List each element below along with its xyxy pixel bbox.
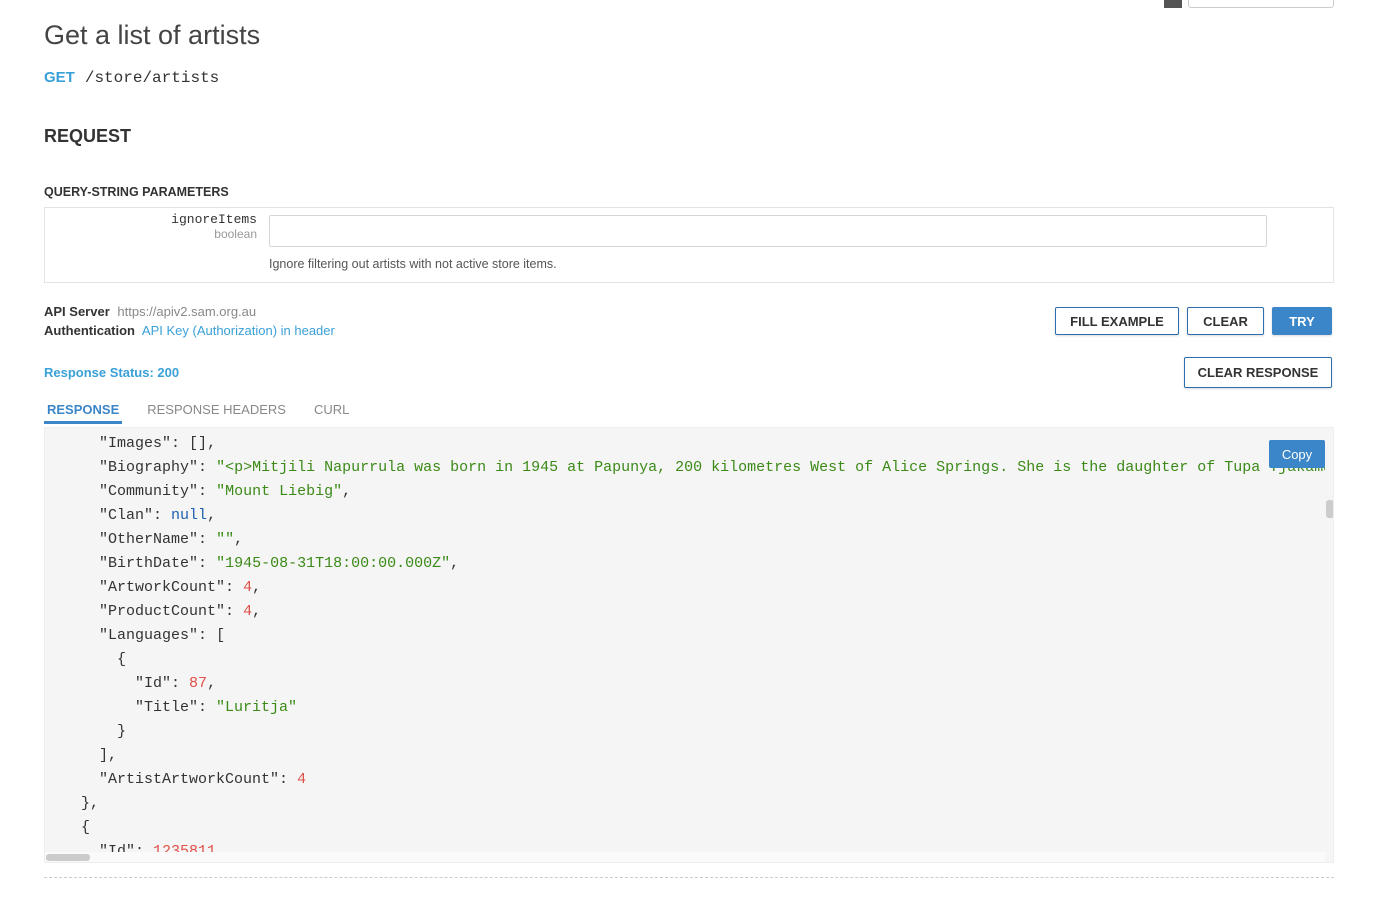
json-value: "1945-08-31T18:00:00.000Z" — [216, 555, 451, 572]
json-key: "OtherName" — [99, 531, 199, 548]
param-label: ignoreItems boolean — [171, 212, 257, 241]
response-code: "Images": [], "Biography": "<p>Mitjili N… — [45, 432, 1325, 862]
json-value: ] — [99, 747, 109, 764]
json-key: "ProductCount" — [99, 603, 226, 620]
json-value: [ — [216, 627, 226, 644]
json-value: } — [117, 723, 127, 740]
json-value: null — [171, 507, 208, 524]
vertical-scroll-thumb[interactable] — [1326, 500, 1333, 518]
top-select[interactable] — [1188, 0, 1334, 8]
json-value: "Luritja" — [216, 699, 298, 716]
response-body: "Images": [], "Biography": "<p>Mitjili N… — [44, 427, 1334, 863]
code-line: "Images": [], — [99, 435, 217, 452]
tab-curl[interactable]: CURL — [311, 402, 352, 424]
json-value: [] — [189, 435, 208, 452]
server-info: API Server https://apiv2.sam.org.au Auth… — [44, 302, 335, 340]
param-type: boolean — [214, 227, 257, 241]
divider — [44, 877, 1334, 878]
code-line: "Id": 87, — [135, 675, 217, 692]
code-line: "BirthDate": "1945-08-31T18:00:00.000Z", — [99, 555, 460, 572]
param-description: Ignore filtering out artists with not ac… — [269, 257, 557, 271]
page-title: Get a list of artists — [44, 20, 261, 50]
param-row-ignoreitems: ignoreItems boolean Ignore filtering out… — [44, 207, 1334, 283]
try-button[interactable]: TRY — [1272, 307, 1332, 335]
endpoint: GET /store/artists — [44, 69, 219, 87]
http-method: GET — [44, 69, 75, 86]
code-line: { — [45, 816, 1325, 840]
param-name: ignoreItems — [171, 212, 257, 227]
json-value: "<p>Mitjili Napurrula was born in 1945 a… — [216, 459, 1325, 476]
query-params-heading: QUERY-STRING PARAMETERS — [44, 185, 229, 199]
json-key: "ArtworkCount" — [99, 579, 226, 596]
code-line: "Community": "Mount Liebig", — [99, 483, 352, 500]
json-key: "Clan" — [99, 507, 154, 524]
tab-response[interactable]: RESPONSE — [44, 402, 123, 424]
json-key: "Images" — [99, 435, 172, 452]
copy-button[interactable]: Copy — [1269, 440, 1325, 468]
code-line: "ProductCount": 4, — [99, 603, 262, 620]
response-status: Response Status: 200 — [44, 365, 180, 380]
json-value: } — [81, 795, 91, 812]
code-line: "Biography": "<p>Mitjili Napurrula was b… — [45, 456, 1325, 480]
json-key: "Id" — [135, 675, 172, 692]
json-value: 87 — [189, 675, 208, 692]
json-value: 4 — [243, 603, 253, 620]
endpoint-path: /store/artists — [84, 69, 220, 87]
api-server-value: https://apiv2.sam.org.au — [117, 304, 257, 319]
json-value: { — [117, 651, 127, 668]
code-line: "ArtworkCount": 4, — [99, 579, 262, 596]
code-line: "Title": "Luritja" — [135, 699, 298, 716]
auth-label: Authentication — [44, 323, 135, 338]
request-heading: REQUEST — [44, 126, 132, 146]
top-controls — [1164, 0, 1334, 8]
json-value: 4 — [297, 771, 307, 788]
json-key: "ArtistArtworkCount" — [99, 771, 280, 788]
code-line: }, — [81, 795, 100, 812]
json-value: 4 — [243, 579, 253, 596]
horizontal-scroll-thumb[interactable] — [46, 854, 90, 861]
response-tabs: RESPONSE RESPONSE HEADERS CURL — [44, 402, 352, 424]
json-value: { — [81, 819, 91, 836]
json-key: "Biography" — [99, 459, 199, 476]
tab-response-headers[interactable]: RESPONSE HEADERS — [144, 402, 289, 424]
json-key: "BirthDate" — [99, 555, 199, 572]
fill-example-button[interactable]: FILL EXAMPLE — [1055, 307, 1179, 335]
code-line: ], — [99, 747, 118, 764]
json-key: "Community" — [99, 483, 199, 500]
ignoreitems-input[interactable] — [269, 215, 1267, 247]
code-line: } — [45, 720, 1325, 744]
menu-icon[interactable] — [1164, 0, 1182, 8]
code-line: "Clan": null, — [99, 507, 217, 524]
code-line: "Languages": [ — [99, 627, 226, 644]
clear-response-button[interactable]: CLEAR RESPONSE — [1184, 357, 1332, 388]
code-line: "OtherName": "", — [99, 531, 244, 548]
clear-button[interactable]: CLEAR — [1187, 307, 1264, 335]
code-line: "ArtistArtworkCount": 4 — [99, 771, 307, 788]
json-key: "Title" — [135, 699, 199, 716]
vertical-scrollbar[interactable] — [1325, 428, 1333, 854]
json-key: "Languages" — [99, 627, 199, 644]
json-value: "Mount Liebig" — [216, 483, 343, 500]
horizontal-scrollbar[interactable] — [45, 852, 1325, 862]
api-server-label: API Server — [44, 304, 110, 319]
json-value: "" — [216, 531, 235, 548]
auth-link[interactable]: API Key (Authorization) in header — [142, 323, 335, 338]
code-line: { — [45, 648, 1325, 672]
